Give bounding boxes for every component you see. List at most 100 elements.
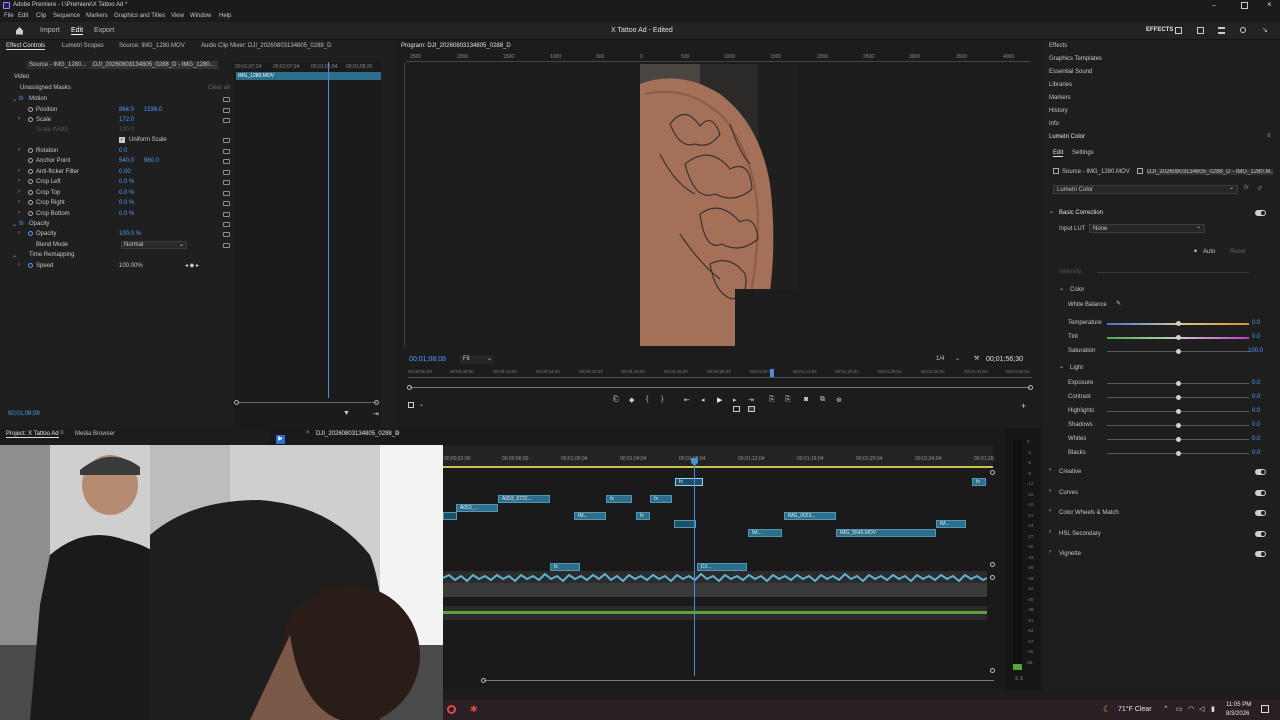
lift-icon[interactable]: ⎗ [613,396,619,404]
row-uniform-scale[interactable]: ✓ Uniform Scale [0,136,232,146]
expand-chevron-icon[interactable]: › [18,168,20,174]
reset-icon[interactable] [223,243,230,248]
pm-zoom-bar[interactable] [410,387,1030,388]
timeline-clip[interactable]: fx [636,512,650,520]
timeline-h-scroll-handle[interactable] [481,678,486,683]
expand-chevron-icon[interactable]: › [18,262,20,268]
panel-menu-icon[interactable]: ≡ [60,430,64,436]
pm-mini-ruler[interactable]: 00;00;00;00 00;00;08;00 00;00;16;00 00;0… [408,369,1032,378]
panel-menu-icon[interactable]: ≡ [395,430,399,436]
curves-toggle[interactable] [1255,490,1266,496]
audio-track-1[interactable] [443,571,987,597]
play-icon[interactable]: ▶ [717,396,722,404]
meter-solo-buttons[interactable]: S S [1015,676,1023,682]
keyframe-stopwatch-icon[interactable] [28,107,33,112]
exposure-value[interactable]: 0.0 [1252,380,1260,386]
row-time-remapping[interactable]: ⌄ Time Remapping [0,251,232,261]
tab-effect-controls[interactable]: Effect Controls [6,43,46,50]
audio-track-2[interactable] [443,606,987,620]
row-speed[interactable]: › Speed 100.00% ◂ ◆ ▸ [0,262,232,272]
close-icon[interactable]: × [306,430,310,436]
wrench-icon[interactable]: ⚒ [974,355,979,362]
reset-icon[interactable] [223,159,230,164]
lumetri-title[interactable]: Lumetri Color [1049,134,1085,140]
v-scroll-handle[interactable] [990,470,995,475]
panel-layout-icon[interactable] [1175,27,1182,34]
sequence-clip-selector[interactable]: DJI_20260803134805_0288_D - IMG_1280... [90,61,218,69]
color-section-label[interactable]: Color [1070,287,1084,293]
section-vignette[interactable]: Vignette [1059,551,1081,557]
chevron-right-icon[interactable]: › [1049,488,1051,494]
vr-icon[interactable]: ⊛ [836,396,842,404]
export-icon[interactable]: ⇥ [373,410,379,418]
keyframe-stopwatch-icon[interactable] [28,211,33,216]
expand-chevron-icon[interactable]: › [18,147,20,153]
row-crop-right[interactable]: › Crop Right 0.0 % [0,199,232,209]
highlights-value[interactable]: 0.0 [1252,408,1260,414]
chevron-right-icon[interactable]: › [1049,508,1051,514]
taskbar-app-icon[interactable] [447,705,456,714]
close-button[interactable]: × [1267,0,1272,9]
expand-chevron-icon[interactable]: › [18,199,20,205]
row-crop-top[interactable]: › Crop Top 0.0 % [0,189,232,199]
temperature-knob[interactable] [1176,321,1181,326]
section-color-wheels[interactable]: Color Wheels & Match [1059,510,1119,516]
anti-flicker-value[interactable]: 0.00 [119,169,131,175]
expand-chevron-icon[interactable]: ⌄ [12,221,17,228]
timeline-clip[interactable]: IM... [936,520,966,528]
row-anti-flicker[interactable]: › Anti-flicker Filter 0.00 [0,168,232,178]
tab-lumetri-scopes[interactable]: Lumetri Scopes [62,43,104,49]
eyedropper-icon[interactable]: ✎ [1116,300,1121,307]
program-timecode[interactable]: 00;01;08;08 [409,356,446,363]
keyframe-stopwatch-icon[interactable] [28,148,33,153]
notifications-icon[interactable] [1261,705,1269,713]
speed-value[interactable]: 100.00% [119,263,143,269]
minimize-button[interactable]: – [1212,2,1220,9]
home-icon[interactable] [15,26,24,35]
whites-value[interactable]: 0.0 [1252,436,1260,442]
anchor-x-value[interactable]: 540.0 [119,158,134,164]
timeline-clip[interactable]: fx [972,478,986,486]
reset-icon[interactable] [223,170,230,175]
timeline-clip[interactable]: fx [675,478,703,486]
contrast-value[interactable]: 0.0 [1252,394,1260,400]
panel-graphics-templates[interactable]: Graphics Templates [1049,56,1102,62]
crop-right-value[interactable]: 0.0 % [119,200,134,206]
panel-history[interactable]: History [1049,108,1068,114]
reset-icon[interactable] [223,201,230,206]
timeline-clip[interactable]: fx [606,495,632,503]
timeline-clip[interactable] [443,512,457,520]
contrast-knob[interactable] [1176,395,1181,400]
tab-source[interactable]: Source: IMG_1280.MOV [119,43,185,49]
reset-icon[interactable] [223,212,230,217]
ec-scrollbar[interactable] [237,402,377,403]
input-lut-select[interactable]: None [1089,224,1205,233]
chevron-up-icon[interactable]: ⌃ [1163,705,1169,713]
row-crop-left[interactable]: › Crop Left 0.0 % [0,178,232,188]
ec-timeline[interactable]: 00;01;07;24 00;01;07;24 00;01;08;04 00;0… [233,62,381,428]
timeline-clip[interactable]: IM... [748,529,782,537]
section-hsl-secondary[interactable]: HSL Secondary [1059,531,1101,537]
mark-out-icon[interactable]: } [661,396,663,403]
tab-import[interactable]: Import [40,27,60,34]
basic-correction-header[interactable]: Basic Correction [1059,210,1103,216]
compare-icon[interactable]: ⧉ [820,396,825,404]
keyframe-stopwatch-icon[interactable] [28,200,33,205]
shadows-value[interactable]: 0.0 [1252,422,1260,428]
row-anchor-point[interactable]: Anchor Point 540.0 960.0 [0,157,232,167]
chevron-right-icon[interactable]: › [1049,467,1051,473]
menu-window[interactable]: Window [190,13,211,19]
row-rotation[interactable]: › Rotation 0.0 [0,147,232,157]
audio-clip[interactable]: DJ... [697,563,747,571]
highlights-knob[interactable] [1176,409,1181,414]
timeline-clip[interactable] [674,520,696,528]
expand-chevron-icon[interactable]: › [18,210,20,216]
play-indicator-icon[interactable]: ▶ [276,435,285,444]
settings-icon[interactable] [408,402,414,408]
expand-chevron-icon[interactable]: ⌄ [12,96,17,103]
taskbar-time[interactable]: 11:05 PM [1226,702,1251,708]
v-scroll-handle[interactable] [990,575,995,580]
pm-zoom-handle-right[interactable] [1028,385,1033,390]
mark-in-icon[interactable]: { [646,396,648,403]
chevron-down-icon[interactable]: ⌄ [1059,363,1064,370]
